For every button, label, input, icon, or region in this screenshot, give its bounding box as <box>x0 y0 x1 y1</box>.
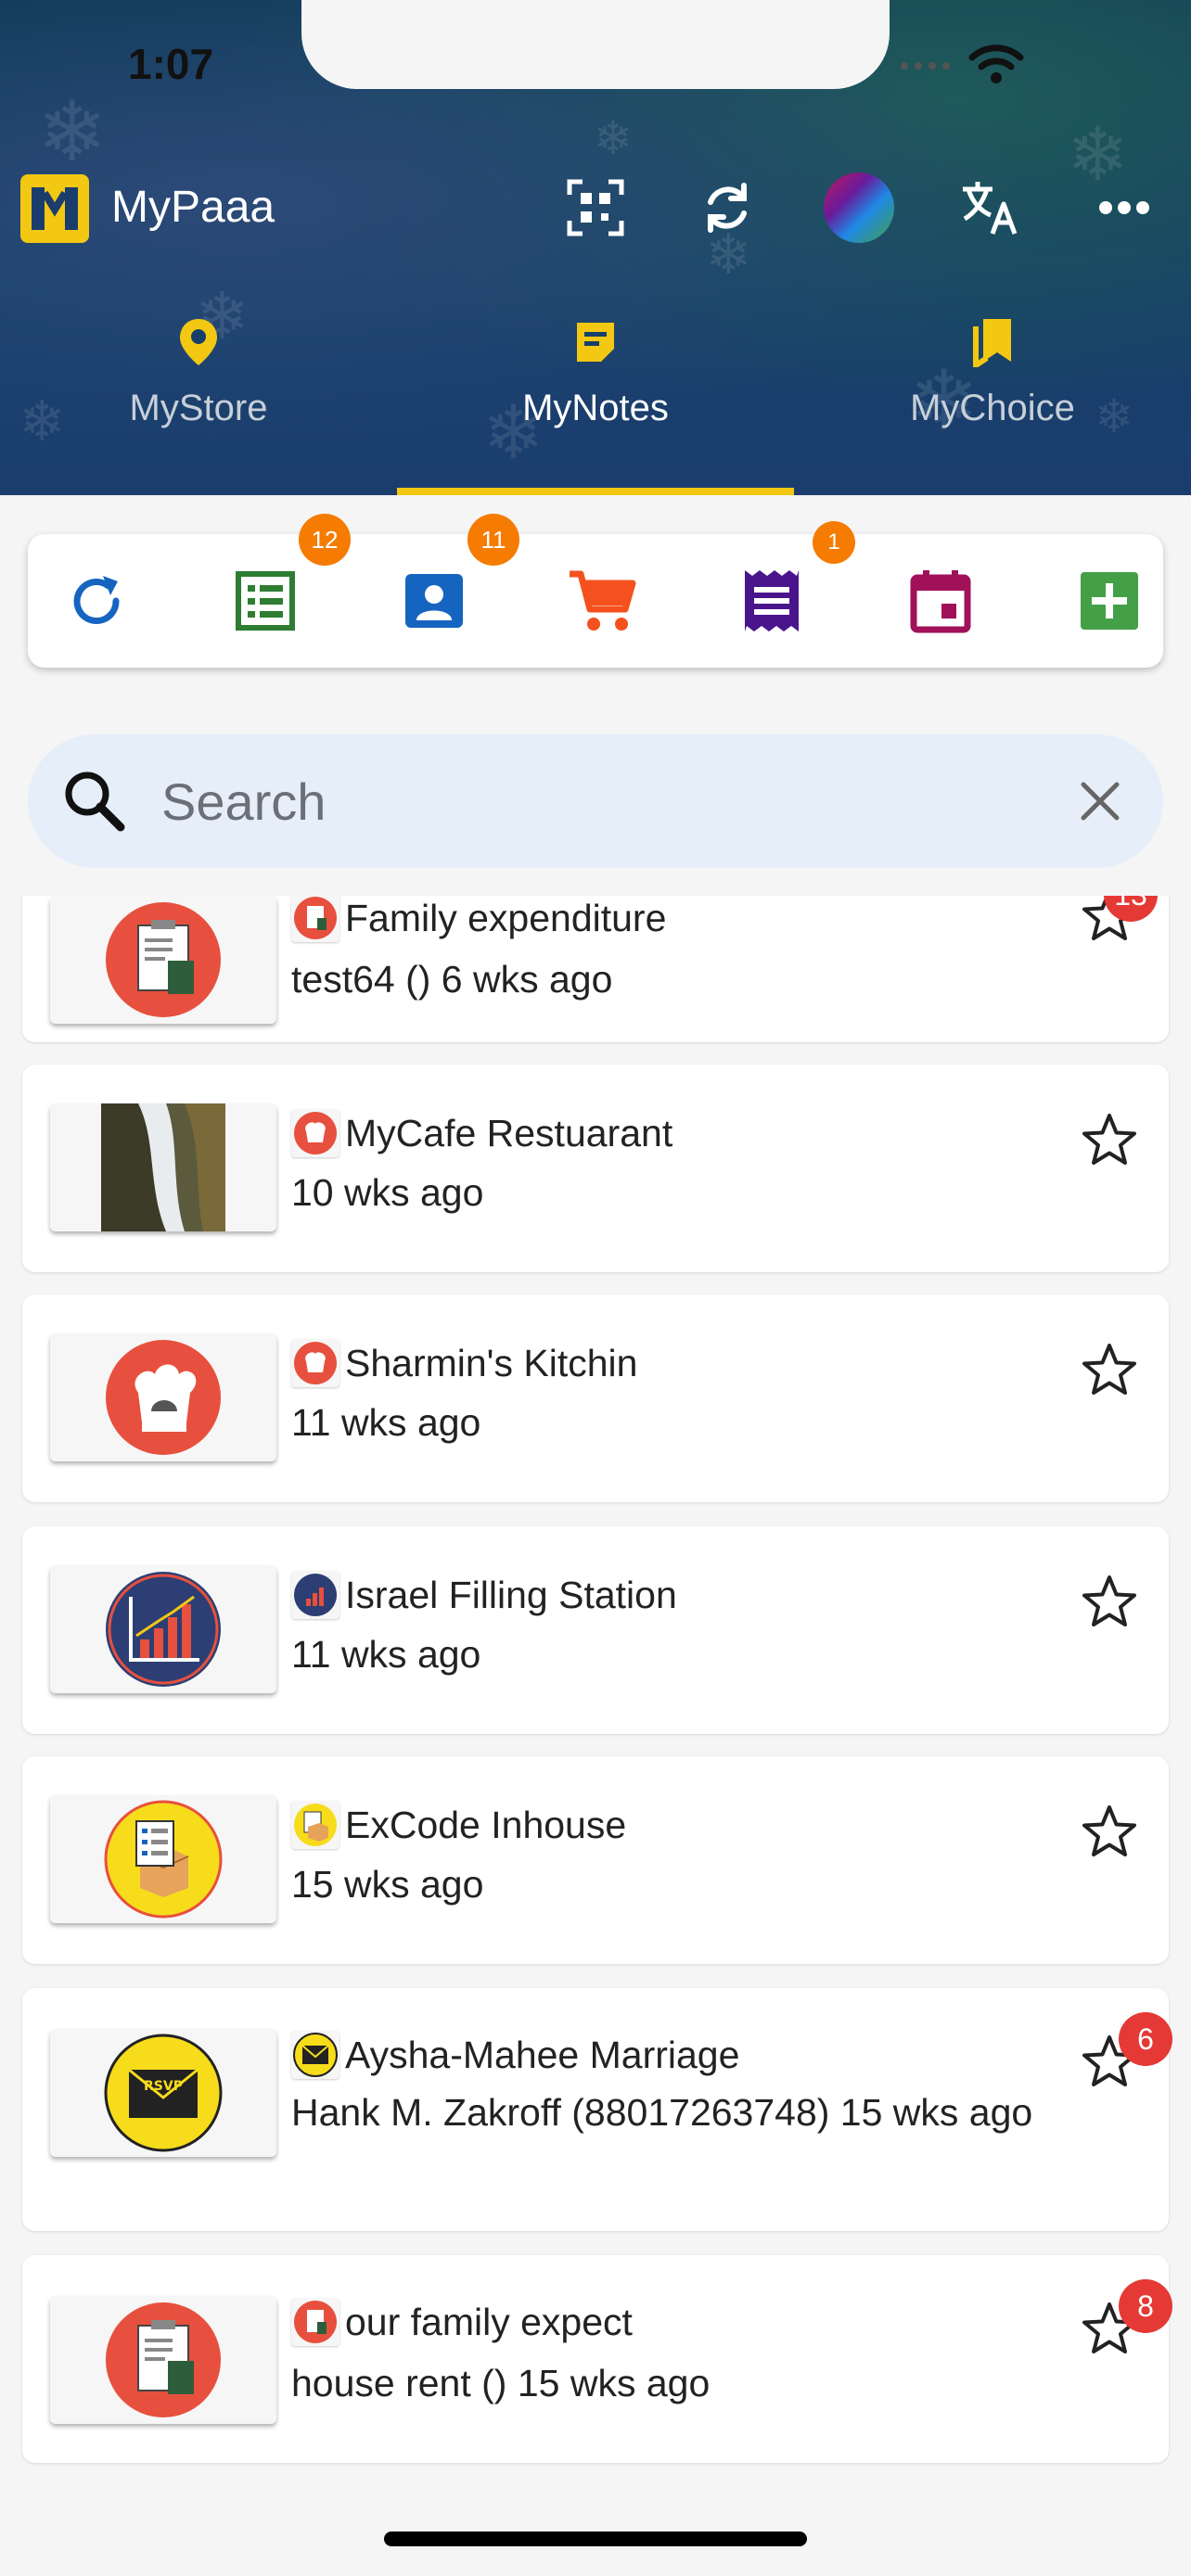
bookmarks-icon <box>973 319 1011 367</box>
tab-mychoice[interactable]: MyChoice <box>794 315 1191 429</box>
note-title: MyCafe Restuarant <box>345 1111 673 1154</box>
search-icon <box>65 772 125 832</box>
note-subtitle: house rent () 15 wks ago <box>291 2362 711 2404</box>
search-bar <box>28 734 1163 868</box>
location-pin-icon <box>180 319 217 365</box>
star-icon[interactable] <box>1080 1573 1139 1632</box>
active-tab-indicator <box>397 488 794 495</box>
note-title: Family expenditure <box>345 896 667 939</box>
notes-list[interactable]: Family expenditure test64 () 6 wks ago 1… <box>0 896 1191 2500</box>
status-time: 1:07 <box>128 40 214 88</box>
note-type-icon <box>291 2031 339 2079</box>
note-type-icon <box>291 896 339 942</box>
list-item[interactable]: our family expect house rent () 15 wks a… <box>22 2255 1172 2463</box>
translate-icon[interactable] <box>955 172 1026 243</box>
note-thumbnail <box>50 1103 276 1231</box>
list-item[interactable]: Family expenditure test64 () 6 wks ago 1… <box>22 896 1169 1042</box>
checklist-count-badge: 12 <box>299 514 351 566</box>
cart-button[interactable] <box>566 564 640 638</box>
avatar[interactable] <box>824 172 894 243</box>
list-item[interactable]: RSVP Aysha-Mahee Marriage Hank M. Zakrof… <box>22 1988 1172 2231</box>
tab-mynotes[interactable]: MyNotes <box>397 315 794 429</box>
note-type-icon <box>291 1571 339 1619</box>
tab-mychoice-label: MyChoice <box>910 388 1075 428</box>
contact-icon <box>405 574 463 628</box>
app-title: MyPaaa <box>111 183 275 232</box>
note-subtitle: 10 wks ago <box>291 1171 484 1214</box>
checklist-icon <box>236 571 295 631</box>
tab-mynotes-label: MyNotes <box>522 388 669 428</box>
calendar-button[interactable] <box>903 564 978 638</box>
note-icon <box>577 323 614 362</box>
list-item[interactable]: ExCode Inhouse 15 wks ago <box>22 1756 1169 1964</box>
note-thumbnail <box>50 1795 276 1923</box>
app-logo <box>20 174 89 243</box>
contacts-button[interactable] <box>397 564 471 638</box>
note-title: our family expect <box>345 2300 633 2343</box>
note-subtitle: Hank M. Zakroff (88017263748) 15 wks ago <box>291 2091 1033 2134</box>
note-thumbnail <box>50 896 276 1024</box>
more-icon[interactable] <box>1089 172 1159 243</box>
qr-code-icon[interactable] <box>560 172 631 243</box>
star-icon[interactable] <box>1080 1341 1139 1400</box>
note-thumbnail: RSVP <box>50 2029 276 2157</box>
note-subtitle: 11 wks ago <box>291 1633 481 1676</box>
clear-search-button[interactable] <box>1070 772 1130 831</box>
note-title: ExCode Inhouse <box>345 1803 627 1846</box>
note-title: Sharmin's Kitchin <box>345 1341 638 1384</box>
refresh-icon <box>73 576 120 624</box>
note-thumbnail <box>50 1333 276 1461</box>
list-item[interactable]: Israel Filling Station 11 wks ago <box>22 1526 1169 1734</box>
note-title: Aysha-Mahee Marriage <box>345 2033 740 2076</box>
note-count-badge: 6 <box>1119 2012 1172 2066</box>
signal-icon <box>901 62 950 70</box>
refresh-button[interactable] <box>59 564 134 638</box>
note-title: Israel Filling Station <box>345 1573 677 1616</box>
receipt-icon <box>745 570 799 631</box>
note-count-badge: 8 <box>1119 2279 1172 2333</box>
note-subtitle: 11 wks ago <box>291 1401 481 1444</box>
checklist-button[interactable] <box>228 564 302 638</box>
contacts-count-badge: 11 <box>467 514 519 566</box>
note-subtitle: 15 wks ago <box>291 1863 484 1906</box>
note-subtitle: test64 () 6 wks ago <box>291 958 613 1001</box>
add-button[interactable] <box>1072 564 1146 638</box>
sync-icon[interactable] <box>692 172 762 243</box>
note-type-icon <box>291 1339 339 1387</box>
notes-toolbar: 12 11 1 <box>28 514 1163 668</box>
close-icon <box>1081 782 1120 821</box>
tab-mystore[interactable]: MyStore <box>0 315 397 429</box>
star-icon[interactable] <box>1080 1803 1139 1862</box>
cart-icon <box>570 570 636 631</box>
list-item[interactable]: MyCafe Restuarant 10 wks ago <box>22 1065 1169 1272</box>
star-icon[interactable] <box>1080 1111 1139 1170</box>
note-thumbnail <box>50 1565 276 1693</box>
home-indicator[interactable] <box>384 2531 807 2546</box>
note-thumbnail <box>50 2296 276 2424</box>
note-type-icon <box>291 1109 339 1157</box>
svg-text:RSVP: RSVP <box>144 2079 183 2094</box>
list-item[interactable]: Sharmin's Kitchin 11 wks ago <box>22 1294 1169 1502</box>
device-notch <box>301 0 890 89</box>
wifi-icon <box>968 45 1024 83</box>
note-type-icon <box>291 1801 339 1849</box>
tab-mystore-label: MyStore <box>129 388 268 428</box>
search-input[interactable] <box>161 762 1070 840</box>
note-type-icon <box>291 2298 339 2346</box>
add-icon <box>1081 572 1138 630</box>
calendar-icon <box>910 570 971 633</box>
receipt-count-badge: 1 <box>813 521 855 564</box>
receipt-button[interactable] <box>735 564 809 638</box>
